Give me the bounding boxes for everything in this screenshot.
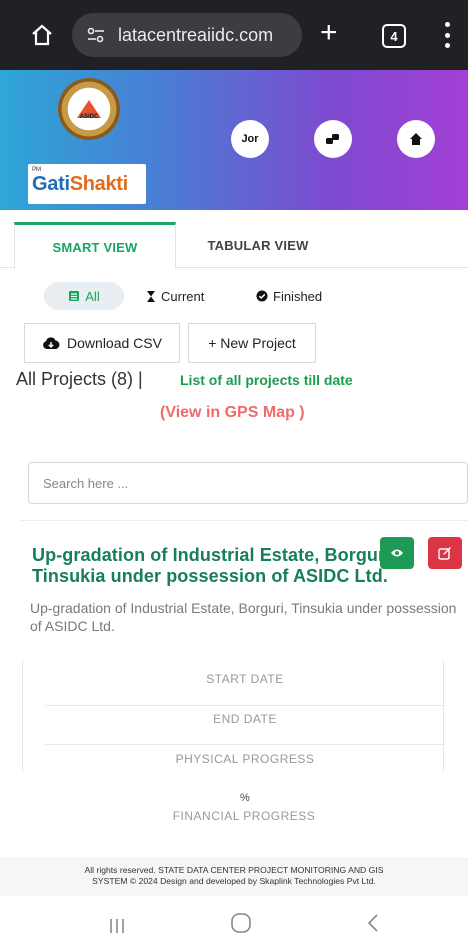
hourglass-icon	[146, 290, 156, 303]
search-input[interactable]	[28, 462, 468, 504]
site-settings-icon[interactable]	[86, 27, 106, 43]
url-text: latacentreaiidc.com	[118, 24, 274, 45]
filter-finished-label: Finished	[273, 288, 323, 304]
brand-shakti: Shakti	[69, 173, 129, 195]
filter-group: All Current Finished	[0, 278, 468, 314]
browser-toolbar: latacentreaiidc.com + 4	[0, 0, 468, 70]
user-button[interactable]: Jor	[231, 120, 269, 158]
edit-project-button[interactable]	[428, 537, 462, 569]
all-projects-count: All Projects (8) |	[16, 369, 143, 389]
app-header: ASIDC PM GatiShakti Jor	[0, 70, 468, 210]
cloud-download-icon	[42, 336, 60, 350]
tab-count-button[interactable]: 4	[382, 24, 406, 48]
projects-button[interactable]	[314, 120, 352, 158]
divider	[45, 705, 445, 706]
browser-menu-icon[interactable]	[444, 22, 450, 48]
brand-gati: Gati	[32, 173, 70, 195]
project-description: Up-gradation of Industrial Estate, Borgu…	[30, 600, 457, 634]
divider	[45, 744, 445, 745]
gps-map-link[interactable]: (View in GPS Map )	[160, 404, 305, 422]
footer-line-1: All rights reserved. STATE DATA CENTER P…	[84, 865, 384, 875]
tab-tabular-view[interactable]: TABULAR VIEW	[178, 222, 338, 268]
view-tabs: SMART VIEW TABULAR VIEW	[0, 222, 468, 269]
view-project-button[interactable]	[380, 537, 414, 569]
list-icon	[68, 290, 80, 302]
filter-current[interactable]: Current	[146, 282, 204, 310]
project-stats: START DATE END DATE PHYSICAL PROGRESS	[22, 660, 445, 772]
home-nav-icon[interactable]	[230, 912, 252, 941]
home-icon[interactable]	[30, 23, 54, 47]
filter-finished[interactable]: Finished	[256, 282, 322, 310]
link-icon	[326, 134, 339, 144]
download-csv-button[interactable]: Download CSV	[24, 323, 180, 363]
filter-all-label: All	[85, 288, 100, 304]
back-nav-icon[interactable]	[366, 912, 380, 941]
start-date-label: START DATE	[206, 672, 284, 686]
footer-line-2: SYSTEM © 2024 Design and developed by Sk…	[92, 876, 376, 886]
new-tab-icon[interactable]: +	[320, 18, 338, 48]
edit-icon	[438, 547, 451, 560]
physical-progress-percent: %	[240, 792, 250, 804]
asidc-logo: ASIDC	[58, 78, 120, 140]
financial-progress-label: FINANCIAL PROGRESS	[172, 809, 316, 823]
tab-smart-view[interactable]: SMART VIEW	[14, 222, 176, 269]
new-project-button[interactable]: + New Project	[188, 323, 316, 363]
eye-icon	[391, 549, 403, 557]
list-all-projects-link[interactable]: List of all projects till date	[180, 372, 353, 388]
home-icon	[410, 133, 422, 145]
download-csv-label: Download CSV	[67, 335, 162, 351]
filter-current-label: Current	[161, 288, 205, 304]
gatishakti-logo: PM GatiShakti	[28, 164, 146, 204]
end-date-label: END DATE	[213, 712, 277, 726]
filter-all[interactable]: All	[44, 282, 124, 310]
brand-word: GatiShakti	[32, 173, 142, 195]
page-footer: All rights reserved. STATE DATA CENTER P…	[0, 858, 468, 896]
check-circle-icon	[256, 290, 268, 302]
recent-apps-icon[interactable]	[108, 914, 126, 942]
physical-progress-label: PHYSICAL PROGRESS	[175, 752, 315, 766]
system-nav-bar	[0, 896, 468, 950]
logo-text: ASIDC	[79, 114, 99, 120]
address-bar[interactable]: latacentreaiidc.com	[72, 13, 302, 57]
home-button[interactable]	[397, 120, 435, 158]
